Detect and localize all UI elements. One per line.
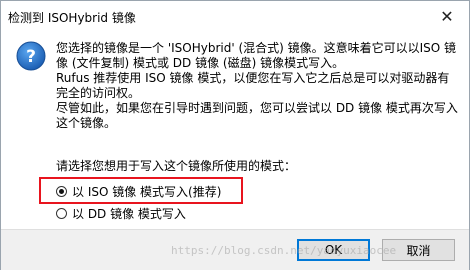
close-button[interactable]: ✕ xyxy=(425,1,469,31)
question-glyph: ? xyxy=(26,47,36,67)
message-line: 完全的访问权。 xyxy=(56,86,141,100)
isohybrid-dialog: 检测到 ISOHybrid 镜像 ✕ ? 您选择的镜像是一个 'ISOHybri… xyxy=(0,0,470,270)
message-line: Rufus 推荐使用 ISO 镜像 模式，以便您在写入它之后总是可以对驱动器有 xyxy=(56,71,450,85)
title-bar: 检测到 ISOHybrid 镜像 ✕ xyxy=(1,1,469,31)
window-title: 检测到 ISOHybrid 镜像 xyxy=(8,11,136,25)
message-line: 您选择的镜像是一个 'ISOHybrid' (混合式) 镜像。这意味着它可以以I… xyxy=(56,41,457,55)
radio-button[interactable] xyxy=(56,207,67,219)
question-icon: ? xyxy=(16,41,46,71)
watermark-text: https://blog.csdn.net/yaoyuxiaocee xyxy=(171,244,397,257)
message-line: 这个镜像。 xyxy=(56,116,117,130)
close-icon: ✕ xyxy=(440,6,454,26)
message-text: 您选择的镜像是一个 'ISOHybrid' (混合式) 镜像。这意味着它可以以I… xyxy=(56,41,458,131)
message-line: 像 (文件复制) 模式或 DD 镜像 (磁盘) 镜像模式写入。 xyxy=(56,56,345,70)
message-line: 尽管如此，如果您在引导时遇到问题，您可以尝试以 DD 镜像 模式再次写入 xyxy=(56,101,458,115)
option-label: 以 DD 镜像 模式写入 xyxy=(72,206,186,221)
option-dd-mode[interactable]: 以 DD 镜像 模式写入 xyxy=(56,205,186,221)
highlight-box xyxy=(39,177,243,204)
mode-prompt: 请选择您想用于写入这个镜像所使用的模式： xyxy=(56,159,297,173)
